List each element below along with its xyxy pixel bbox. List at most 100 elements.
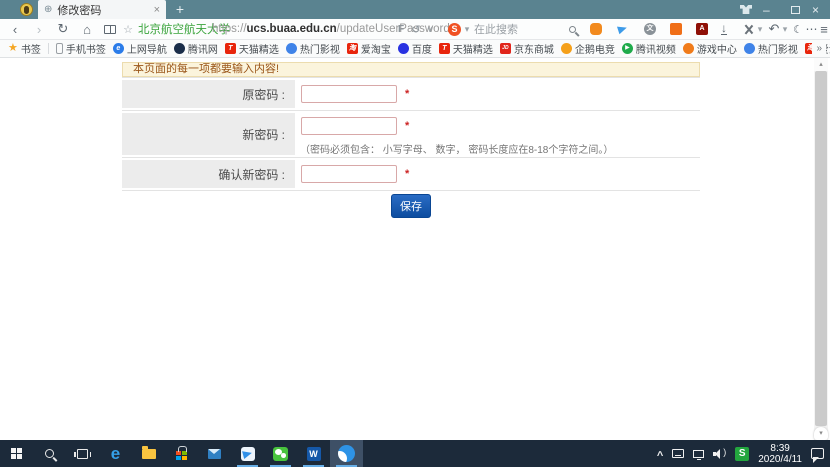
- bookmark-item[interactable]: 企鹅电竞: [561, 41, 615, 56]
- undo-dropdown-icon[interactable]: ▾: [781, 19, 789, 39]
- confirm-password-input[interactable]: [301, 165, 397, 183]
- tab-title: 修改密码: [57, 2, 149, 18]
- clock[interactable]: 8:392020/4/11: [758, 443, 802, 465]
- bird-icon: [616, 23, 629, 35]
- bookmark-item[interactable]: T天猫精选: [439, 41, 493, 56]
- scroll-down-icon[interactable]: ▾: [814, 427, 828, 440]
- bookmark-item[interactable]: ▶腾讯视频: [622, 41, 676, 56]
- form-row-old-password: 原密码 : *: [122, 78, 700, 111]
- form-row-new-password: 新密码 : * （密码必须包含： 小写字母、 数字， 密码长度应在8-18个字符…: [122, 111, 700, 158]
- shopping-extension[interactable]: [670, 19, 682, 39]
- video-play-icon: ▶: [622, 43, 633, 54]
- download-button[interactable]: ↓: [721, 19, 727, 39]
- tray-expand-icon[interactable]: ^: [657, 450, 663, 462]
- touch-keyboard-button[interactable]: [672, 449, 684, 458]
- ime-button[interactable]: S: [735, 447, 749, 461]
- taskbar-search-button[interactable]: [33, 440, 66, 467]
- refresh-button[interactable]: ↻: [56, 19, 70, 39]
- search-icon: [45, 449, 54, 458]
- skin-button[interactable]: [740, 0, 752, 19]
- bird-app[interactable]: [231, 440, 264, 467]
- bookmark-item[interactable]: 热门影视: [744, 41, 798, 56]
- system-tray: ^ ) S 8:392020/4/11: [657, 440, 830, 467]
- game-center-extension[interactable]: [590, 19, 602, 39]
- mail-app[interactable]: [198, 440, 231, 467]
- translate-extension[interactable]: 文: [644, 19, 656, 39]
- required-asterisk: *: [405, 120, 409, 132]
- scrollbar[interactable]: ▴ ▾: [814, 58, 828, 440]
- windows-logo-icon: [11, 448, 22, 459]
- wechat-app[interactable]: [264, 440, 297, 467]
- bookmark-item[interactable]: 游戏中心: [683, 41, 737, 56]
- volume-button[interactable]: ): [713, 449, 726, 459]
- action-center-button[interactable]: [811, 448, 824, 459]
- bookmark-item-mobile[interactable]: 手机书签: [56, 41, 106, 56]
- phone-icon: [56, 43, 63, 54]
- more-tools-button[interactable]: ⋯: [806, 19, 818, 39]
- task-view-button[interactable]: [66, 440, 99, 467]
- edge-app[interactable]: e: [99, 440, 132, 467]
- url-dropdown-icon[interactable]: ∨: [425, 19, 435, 39]
- new-tab-button[interactable]: +: [172, 1, 188, 18]
- scrollbar-thumb[interactable]: [815, 71, 827, 426]
- nav-icon: e: [113, 43, 124, 54]
- word-app[interactable]: W: [297, 440, 330, 467]
- menu-button[interactable]: ≡: [818, 19, 830, 39]
- close-button[interactable]: ×: [812, 0, 824, 19]
- favorite-star-button[interactable]: ☆: [122, 19, 134, 39]
- pdf-extension[interactable]: A: [696, 19, 708, 39]
- save-button[interactable]: 保存: [391, 194, 431, 218]
- home-button[interactable]: ⌂: [80, 19, 94, 39]
- scroll-up-icon[interactable]: ▴: [814, 58, 828, 71]
- start-button[interactable]: [0, 440, 33, 467]
- password-rule-hint: （密码必须包含： 小写字母、 数字， 密码长度应在8-18个字符之间。）: [300, 141, 613, 156]
- confirm-password-label: 确认新密码 :: [122, 160, 295, 188]
- back-button[interactable]: ‹: [8, 19, 22, 39]
- file-explorer-app[interactable]: [132, 440, 165, 467]
- bookmark-item[interactable]: 腾讯网: [174, 41, 218, 56]
- bookmark-item[interactable]: e上网导航: [113, 41, 167, 56]
- minimize-button[interactable]: –: [763, 0, 775, 19]
- search-engine-button[interactable]: S: [448, 19, 461, 39]
- old-password-cell: *: [295, 78, 700, 110]
- new-password-input[interactable]: [301, 117, 397, 135]
- browser-tab[interactable]: ⊕ 修改密码 ×: [38, 0, 166, 19]
- search-engine-dropdown-icon[interactable]: ▾: [463, 19, 471, 39]
- old-password-input[interactable]: [301, 85, 397, 103]
- paw-icon: [286, 43, 297, 54]
- maximize-button[interactable]: [791, 0, 800, 19]
- undo-close-button[interactable]: ↶: [768, 19, 780, 39]
- screenshot-button[interactable]: [743, 19, 754, 39]
- night-mode-button[interactable]: ☾: [792, 19, 804, 39]
- bookmark-item[interactable]: 热门影视: [286, 41, 340, 56]
- screenshot-dropdown-icon[interactable]: ▾: [756, 19, 764, 39]
- download-icon: ↓: [721, 23, 727, 35]
- bookmark-item[interactable]: T天猫精选: [225, 41, 279, 56]
- store-app[interactable]: [165, 440, 198, 467]
- url-scheme: https://: [212, 23, 247, 35]
- toolbar: ‹ › ↻ ⌂ ☆ 北京航空航天大学 https://ucs.buaa.edu.…: [0, 19, 830, 40]
- sogou-browser-app[interactable]: [330, 440, 363, 467]
- bookmark-item-bookmarks[interactable]: ★书签: [8, 41, 41, 56]
- bookmark-item[interactable]: 淘爱淘宝: [347, 41, 391, 56]
- bookmark-item[interactable]: JD京东商城: [500, 41, 554, 56]
- tmall-icon: T: [225, 43, 236, 54]
- speed-mode-icon[interactable]: F: [396, 19, 406, 39]
- bookmark-item[interactable]: 百度: [398, 41, 432, 56]
- word-icon: W: [307, 447, 321, 461]
- globe-icon: ⊕: [44, 4, 52, 15]
- bird-extension[interactable]: [616, 19, 629, 39]
- shopping-bag-icon: [670, 23, 682, 35]
- pdf-icon: A: [696, 23, 708, 35]
- book-icon: [104, 25, 116, 34]
- forward-button[interactable]: ›: [32, 19, 46, 39]
- network-button[interactable]: [693, 450, 704, 458]
- tab-close-icon[interactable]: ×: [154, 4, 160, 16]
- compat-mode-icon[interactable]: ↺: [410, 19, 422, 39]
- bookmarks-overflow-button[interactable]: »: [812, 40, 826, 57]
- reading-mode-button[interactable]: [102, 19, 118, 39]
- network-icon: [693, 450, 704, 458]
- user-avatar[interactable]: [20, 3, 33, 16]
- search-icon[interactable]: [566, 19, 578, 39]
- search-input[interactable]: 在此搜索: [474, 19, 518, 39]
